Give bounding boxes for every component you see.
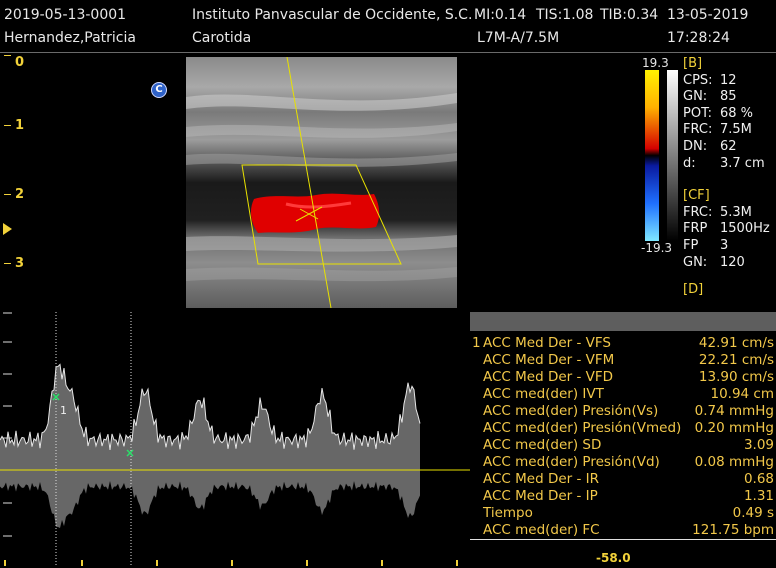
measurement-value: 0.68 (743, 471, 774, 487)
depth-label-3: 3 (15, 256, 25, 271)
measurement-row: ACC Med Der - IR 0.68 (470, 471, 776, 488)
colorbar-min: -19.3 (641, 241, 673, 255)
d-header: [D] (683, 282, 704, 298)
measurement-value: 121.75 bpm (692, 522, 774, 538)
measurement-label: ACC Med Der - VFD (483, 369, 614, 385)
spectrum-scale-value: -58.0 (596, 551, 631, 565)
spectral-waveform (0, 364, 420, 529)
param-row: d: 3.7 cm (683, 155, 765, 171)
measurement-row: ACC med(der) Presión(Vmed) 0.20 mmHg (470, 420, 776, 437)
measurement-row: ACC med(der) FC 121.75 bpm (470, 522, 776, 539)
tib-index: TIB:0.34 (600, 7, 659, 23)
doppler-spectrum: 1 (0, 312, 470, 566)
measurement-row: ACC med(der) IVT 10.94 cm (470, 386, 776, 403)
exam-time: 17:28:24 (667, 30, 730, 46)
measurement-row: 1 ACC Med Der - VFS 42.91 cm/s (470, 335, 776, 352)
depth-label-0: 0 (15, 55, 25, 70)
exam-date: 13-05-2019 (667, 7, 749, 23)
measurement-label: ACC Med Der - IR (483, 471, 600, 487)
measurement-value: 10.94 cm (710, 386, 774, 402)
param-row: FRC: 7.5M (683, 122, 752, 138)
study-id: 2019-05-13-0001 (4, 7, 127, 23)
depth-tick (4, 55, 11, 56)
measurement-value: 13.90 cm/s (698, 369, 774, 385)
param-row: CPS: 12 (683, 72, 737, 88)
param-row: DN: 62 (683, 138, 737, 154)
depth-label-2: 2 (15, 187, 25, 202)
param-row: GN: 120 (683, 254, 745, 270)
measurement-value: 42.91 cm/s (698, 335, 774, 351)
measurement-row: Tiempo 0.49 s (470, 505, 776, 522)
measurement-label: ACC med(der) Presión(Vs) (483, 403, 659, 419)
measurement-label: ACC Med Der - VFM (483, 352, 615, 368)
measurement-label: ACC med(der) IVT (483, 386, 604, 402)
depth-label-1: 1 (15, 118, 25, 133)
measurement-value: 0.49 s (732, 505, 774, 521)
measurement-header-band (470, 312, 776, 331)
measurement-row: ACC med(der) Presión(Vs) 0.74 mmHg (470, 403, 776, 420)
exam-name: Carotida (192, 30, 252, 46)
param-row: FRC: 5.3M (683, 204, 752, 220)
measurement-value: 0.74 mmHg (694, 403, 774, 419)
measurement-label: ACC med(der) Presión(Vd) (483, 454, 660, 470)
param-row: POT: 68 % (683, 105, 754, 121)
measurement-value: 22.21 cm/s (698, 352, 774, 368)
measurement-divider (470, 539, 776, 540)
color-flow-region (250, 193, 380, 233)
tis-index: TIS:1.08 (536, 7, 594, 23)
colorbar-max: 19.3 (642, 56, 669, 70)
institution-name: Instituto Panvascular de Occidente, S.C. (192, 7, 473, 23)
params-panel: [B] CPS: 12 GN: 85 POT: 68 % FRC: 7.5M D… (683, 56, 770, 299)
depth-tick (4, 125, 11, 126)
b-mode-header: [B] (683, 56, 703, 71)
focus-marker-icon (3, 223, 12, 235)
measurement-value: 3.09 (743, 437, 774, 453)
measurement-row: ACC Med Der - VFD 13.90 cm/s (470, 369, 776, 386)
grayscale-bar (667, 70, 678, 241)
measurement-index: 1 (472, 335, 481, 351)
color-velocity-bar (645, 70, 659, 241)
measurement-row: ACC med(der) SD 3.09 (470, 437, 776, 454)
measurement-row: ACC med(der) Presión(Vd) 0.08 mmHg (470, 454, 776, 471)
param-row: GN: 85 (683, 89, 737, 105)
measurement-value: 0.20 mmHg (694, 420, 774, 436)
depth-tick (4, 263, 11, 264)
param-row: FP 3 (683, 237, 729, 253)
caliper-label: 1 (60, 404, 67, 417)
measurement-label: ACC med(der) FC (483, 522, 600, 538)
depth-tick (4, 194, 11, 195)
measurement-value: 1.31 (743, 488, 774, 504)
measurement-label: ACC med(der) Presión(Vmed) (483, 420, 682, 436)
cf-header: [CF] (683, 188, 710, 204)
measurement-label: ACC Med Der - VFS (483, 335, 611, 351)
measurement-row: ACC Med Der - VFM 22.21 cm/s (470, 352, 776, 369)
ultrasound-bmode-image (186, 57, 457, 308)
measurement-row: ACC Med Der - IP 1.31 (470, 488, 776, 505)
measurement-label: Tiempo (483, 505, 533, 521)
param-row: FRP 1500Hz (683, 221, 770, 237)
color-mode-badge: C (151, 82, 167, 98)
patient-name: Hernandez,Patricia (4, 30, 136, 46)
mi-index: MI:0.14 (474, 7, 527, 23)
measurement-value: 0.08 mmHg (694, 454, 774, 470)
probe-name: L7M-A/7.5M (477, 30, 560, 46)
measurement-label: ACC med(der) SD (483, 437, 602, 453)
measurement-panel: 1 ACC Med Der - VFS 42.91 cm/s ACC Med Der … (470, 312, 776, 540)
header-divider (0, 52, 776, 53)
measurement-label: ACC Med Der - IP (483, 488, 598, 504)
